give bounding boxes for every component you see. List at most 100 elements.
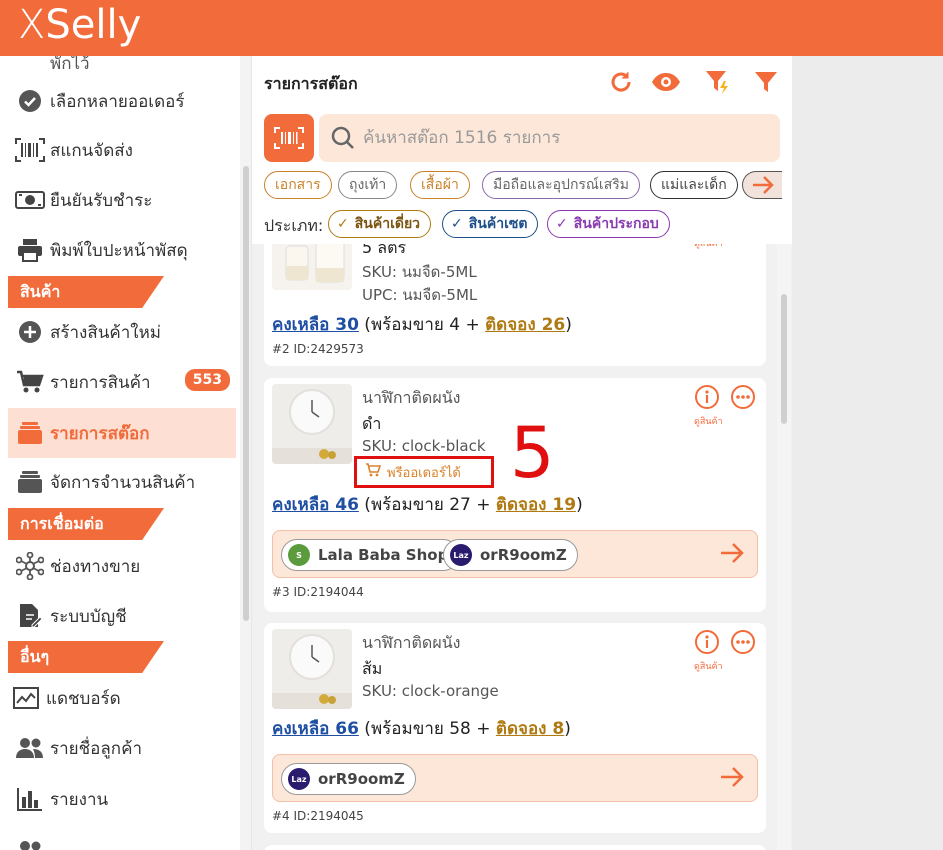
product-sku: SKU: clock-orange (362, 682, 499, 700)
arrow-right-icon[interactable] (719, 765, 745, 793)
reserved-link[interactable]: ติดจอง 26 (485, 315, 565, 335)
sales-channel-bar[interactable]: Laz orR9oomZ (272, 754, 758, 802)
info-icon[interactable] (694, 629, 720, 655)
sidebar-item-multi-order[interactable]: เลือกหลายออเดอร์ (8, 76, 236, 126)
sidebar-item-scan-ship[interactable]: สแกนจัดส่ง (8, 125, 236, 175)
app-logo[interactable]: XSelly (18, 2, 141, 48)
channel-name: Lala Baba Shop (318, 546, 449, 564)
sidebar-item-label: ระบบบัญชี (50, 606, 127, 627)
stock-summary: คงเหลือ 46 (พร้อมขาย 27 + ติดจอง 19) (272, 495, 583, 515)
money-icon (14, 184, 46, 216)
category-chip-socks[interactable]: ถุงเท้า (338, 171, 398, 199)
product-image-clock[interactable] (272, 384, 352, 464)
sidebar-item-stock-list[interactable]: รายการสต๊อก (8, 408, 236, 458)
arrow-right-icon[interactable] (719, 541, 745, 569)
users-icon (14, 732, 46, 764)
sidebar-item-create-product[interactable]: สร้างสินค้าใหม่ (8, 307, 236, 357)
cart-icon (365, 462, 382, 482)
sidebar-item-product-list[interactable]: รายการสินค้า 553 (8, 357, 236, 407)
item-id: #3 ID:2194044 (272, 585, 364, 599)
eye-icon[interactable] (650, 68, 682, 96)
remaining-link[interactable]: คงเหลือ 30 (272, 315, 359, 335)
product-upc: UPC: นมจืด-5ML (362, 286, 478, 304)
stock-summary: คงเหลือ 66 (พร้อมขาย 58 + ติดจอง 8) (272, 719, 571, 739)
category-chip-clothes[interactable]: เสื้อผ้า (410, 171, 470, 199)
sidebar-item-label: ช่องทางขาย (50, 556, 141, 577)
content-scrollbar[interactable] (777, 244, 791, 850)
sidebar-item-dashboard[interactable]: แดชบอร์ด (8, 673, 236, 723)
sidebar-item-label: จัดการจำนวนสินค้า (50, 472, 196, 493)
layers-icon (14, 466, 46, 498)
item-id: #4 ID:2194045 (272, 809, 364, 823)
view-product-label[interactable]: ดูสินค้า (694, 414, 723, 428)
shopify-icon: S (288, 544, 310, 566)
sidebar-item-label: รายการสต๊อก (50, 423, 150, 444)
sidebar-item-label: เลือกหลายออเดอร์ (50, 91, 185, 112)
filter-icon[interactable] (752, 68, 780, 96)
reserved-link[interactable]: ติดจอง 19 (496, 495, 576, 515)
sidebar-scrollbar-thumb[interactable] (243, 166, 249, 621)
view-product-label[interactable]: ดูสินค้า (694, 659, 723, 673)
more-options-icon[interactable] (730, 384, 756, 410)
category-chip-mobile[interactable]: มือถือและอุปกรณ์เสริม (482, 171, 641, 199)
product-name: นาฬิกาติดผนัง (362, 633, 461, 652)
sales-channel-bar[interactable]: S Lala Baba Shop Laz orR9oomZ (272, 530, 758, 578)
check-icon: ✓ (556, 216, 568, 232)
channel-chip-lazada[interactable]: Laz orR9oomZ (443, 539, 578, 571)
category-next-button[interactable] (742, 171, 782, 199)
search-input[interactable] (363, 128, 763, 148)
users-icon (14, 835, 46, 850)
arrow-right-icon (752, 176, 774, 194)
search-icon (323, 126, 363, 150)
sidebar: พักไว้ เลือกหลายออเดอร์ สแกนจัดส่ง ยืนยั… (0, 56, 240, 850)
network-icon (14, 550, 46, 582)
sidebar-item-accounting[interactable]: ระบบบัญชี (8, 591, 236, 641)
remaining-link[interactable]: คงเหลือ 46 (272, 495, 359, 515)
preorder-badge[interactable]: พรีออเดอร์ได้ (354, 456, 494, 488)
sidebar-item-sales-channel[interactable]: ช่องทางขาย (8, 541, 236, 591)
category-chip-mother-baby[interactable]: แม่และเด็ก (650, 171, 738, 199)
product-image-clock[interactable] (272, 629, 352, 709)
empty-right-area (792, 56, 943, 850)
remaining-link[interactable]: คงเหลือ 66 (272, 719, 359, 739)
sidebar-item-label: รายงาน (50, 789, 109, 810)
sidebar-item-confirm-payment[interactable]: ยืนยันรับชำระ (8, 175, 236, 225)
barcode-icon (14, 134, 46, 166)
sidebar-item-customers[interactable]: รายชื่อลูกค้า (8, 723, 236, 773)
sidebar-scrollbar[interactable] (240, 56, 252, 850)
sidebar-item-print-label[interactable]: พิมพ์ใบปะหน้าพัสดุ (8, 225, 236, 275)
annotation-step-number: 5 (510, 412, 555, 494)
sidebar-item-partial[interactable] (8, 826, 236, 850)
item-id: #2 ID:2429573 (272, 342, 364, 356)
type-chip-single[interactable]: ✓ สินค้าเดี่ยว (328, 210, 432, 238)
sidebar-item-label: สร้างสินค้าใหม่ (50, 322, 161, 343)
barcode-scan-button[interactable] (264, 114, 314, 162)
sidebar-item-manage-quantity[interactable]: จัดการจำนวนสินค้า (8, 457, 236, 507)
check-icon: ✓ (337, 216, 349, 232)
stock-card-5[interactable] (264, 845, 766, 850)
category-chip-documents[interactable]: เอกสาร (264, 171, 332, 199)
channel-chip-shopify[interactable]: S Lala Baba Shop (281, 539, 460, 571)
bar-chart-icon (14, 783, 46, 815)
stock-summary: คงเหลือ 30 (พร้อมขาย 4 + ติดจอง 26) (272, 315, 572, 335)
info-icon[interactable] (694, 384, 720, 410)
section-connect: การเชื่อมต่อ (8, 508, 164, 540)
preorder-label: พรีออเดอร์ได้ (387, 465, 461, 481)
channel-chip-lazada[interactable]: Laz orR9oomZ (281, 763, 416, 795)
sidebar-item-reports[interactable]: รายงาน (8, 774, 236, 824)
sidebar-item-label: สแกนจัดส่ง (50, 140, 133, 161)
type-chip-combo[interactable]: ✓ สินค้าประกอบ (547, 210, 670, 238)
refresh-icon[interactable] (607, 68, 635, 96)
chart-line-icon (10, 682, 42, 714)
more-options-icon[interactable] (730, 629, 756, 655)
content-scrollbar-thumb[interactable] (781, 294, 787, 424)
sidebar-item-label: พิมพ์ใบปะหน้าพัสดุ (50, 240, 188, 261)
sidebar-item-label: รายชื่อลูกค้า (50, 738, 143, 759)
filter-flash-icon[interactable] (704, 68, 732, 96)
sidebar-item-label: รายการสินค้า (50, 372, 151, 393)
product-variant: ดำ (362, 414, 382, 433)
type-chip-set[interactable]: ✓ สินค้าเซต (442, 210, 539, 238)
reserved-link[interactable]: ติดจอง 8 (496, 719, 564, 739)
sidebar-item-label: ยืนยันรับชำระ (50, 190, 153, 211)
search-box[interactable] (319, 114, 780, 162)
